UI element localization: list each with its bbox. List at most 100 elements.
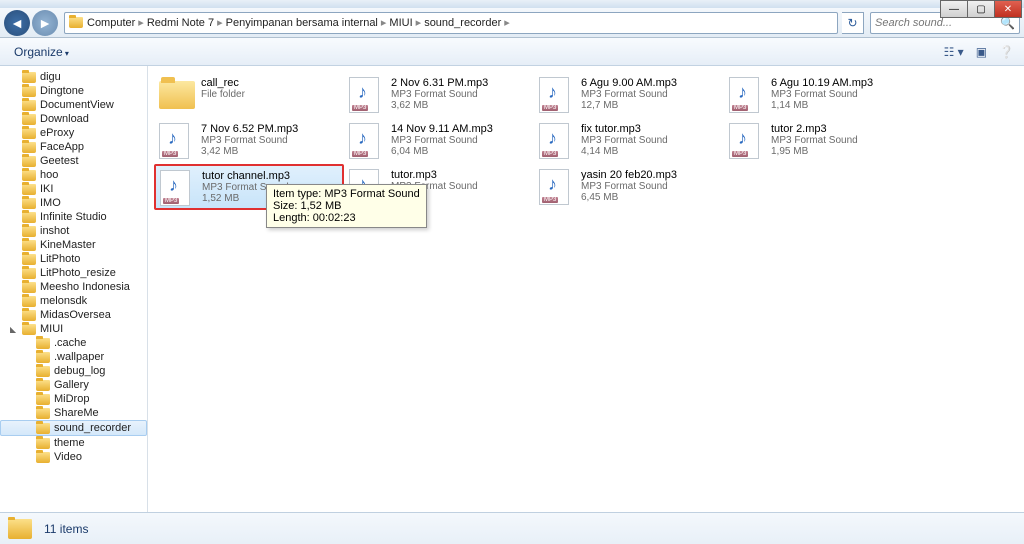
tree-item[interactable]: KineMaster xyxy=(0,238,147,252)
tree-item[interactable]: melonsdk xyxy=(0,294,147,308)
tree-item[interactable]: theme xyxy=(0,436,147,450)
tree-item[interactable]: ◣MIUI xyxy=(0,322,147,336)
tree-label: inshot xyxy=(40,225,69,237)
tooltip: Item type: MP3 Format Sound Size: 1,52 M… xyxy=(266,184,427,228)
window-minimize[interactable]: — xyxy=(940,0,968,18)
tooltip-line: Size: 1,52 MB xyxy=(273,200,420,212)
tree-item[interactable]: MidasOversea xyxy=(0,308,147,322)
tree-item[interactable]: FaceApp xyxy=(0,140,147,154)
tree-label: KineMaster xyxy=(40,239,96,251)
tree-item[interactable]: Meesho Indonesia xyxy=(0,280,147,294)
tree-item[interactable]: Gallery xyxy=(0,378,147,392)
refresh-button[interactable]: ↻ xyxy=(842,12,864,34)
tree-item[interactable]: .wallpaper xyxy=(0,350,147,364)
breadcrumb[interactable]: Computer▸ Redmi Note 7▸ Penyimpanan bers… xyxy=(64,12,838,34)
tree-label: ShareMe xyxy=(54,407,99,419)
file-item[interactable]: 2 Nov 6.31 PM.mp3MP3 Format Sound3,62 MB xyxy=(344,72,534,118)
view-button[interactable]: ☷ ▾ xyxy=(942,43,966,61)
tree-item[interactable]: inshot xyxy=(0,224,147,238)
tree-item[interactable]: Infinite Studio xyxy=(0,210,147,224)
tree-item[interactable]: hoo xyxy=(0,168,147,182)
mp3-icon xyxy=(729,77,759,113)
crumb[interactable]: Penyimpanan bersama internal xyxy=(226,17,378,29)
file-name: 7 Nov 6.52 PM.mp3 xyxy=(201,123,339,135)
folder-icon xyxy=(69,17,83,28)
tree-label: Gallery xyxy=(54,379,89,391)
file-item[interactable]: 6 Agu 9.00 AM.mp3MP3 Format Sound12,7 MB xyxy=(534,72,724,118)
back-button[interactable]: ◄ xyxy=(4,10,30,36)
tree-item[interactable]: .cache xyxy=(0,336,147,350)
mp3-icon xyxy=(349,123,379,159)
tree-item[interactable]: digu xyxy=(0,70,147,84)
mp3-icon xyxy=(160,170,190,206)
titlebar xyxy=(0,0,1024,8)
tree-item[interactable]: debug_log xyxy=(0,364,147,378)
tree-item[interactable]: LitPhoto_resize xyxy=(0,266,147,280)
tree-label: MiDrop xyxy=(54,393,89,405)
tree-item[interactable]: sound_recorder xyxy=(0,420,147,436)
folder-icon xyxy=(36,352,50,363)
file-name: 2 Nov 6.31 PM.mp3 xyxy=(391,77,529,89)
forward-button[interactable]: ► xyxy=(32,10,58,36)
folder-icon xyxy=(36,438,50,449)
tree-label: IMO xyxy=(40,197,61,209)
tree-item[interactable]: ShareMe xyxy=(0,406,147,420)
tree-item[interactable]: eProxy xyxy=(0,126,147,140)
file-item[interactable]: tutor 2.mp3MP3 Format Sound1,95 MB xyxy=(724,118,914,164)
tree-label: LitPhoto_resize xyxy=(40,267,116,279)
file-item[interactable]: call_recFile folder xyxy=(154,72,344,118)
window-close[interactable]: ✕ xyxy=(994,0,1022,18)
tree-item[interactable]: DocumentView xyxy=(0,98,147,112)
tree-label: eProxy xyxy=(40,127,74,139)
preview-pane-button[interactable]: ▣ xyxy=(974,43,989,61)
folder-icon xyxy=(22,296,36,307)
tree-item[interactable]: Dingtone xyxy=(0,84,147,98)
file-name: call_rec xyxy=(201,77,339,89)
folder-icon xyxy=(22,310,36,321)
folder-icon xyxy=(22,212,36,223)
help-button[interactable]: ❔ xyxy=(997,43,1016,61)
tree-label: DocumentView xyxy=(40,99,114,111)
tree-label: LitPhoto xyxy=(40,253,80,265)
tree-item[interactable]: Video xyxy=(0,450,147,464)
collapse-icon[interactable]: ◣ xyxy=(10,325,20,334)
chevron-right-icon: ▸ xyxy=(501,16,513,29)
file-pane[interactable]: call_recFile folder2 Nov 6.31 PM.mp3MP3 … xyxy=(148,66,1024,512)
tree-item[interactable]: MiDrop xyxy=(0,392,147,406)
tree-item[interactable]: Geetest xyxy=(0,154,147,168)
folder-icon xyxy=(22,324,36,335)
file-item[interactable]: 7 Nov 6.52 PM.mp3MP3 Format Sound3,42 MB xyxy=(154,118,344,164)
tree-label: Download xyxy=(40,113,89,125)
tree-item[interactable]: LitPhoto xyxy=(0,252,147,266)
tree-item[interactable]: IMO xyxy=(0,196,147,210)
status-bar: 11 items xyxy=(0,512,1024,544)
crumb[interactable]: sound_recorder xyxy=(424,17,501,29)
crumb[interactable]: MIUI xyxy=(389,17,412,29)
file-name: 6 Agu 10.19 AM.mp3 xyxy=(771,77,909,89)
window-maximize[interactable]: ▢ xyxy=(967,0,995,18)
file-item[interactable]: yasin 20 feb20.mp3MP3 Format Sound6,45 M… xyxy=(534,164,724,210)
folder-icon xyxy=(22,156,36,167)
file-name: yasin 20 feb20.mp3 xyxy=(581,169,719,181)
tree-label: .wallpaper xyxy=(54,351,104,363)
tree-item[interactable]: Download xyxy=(0,112,147,126)
nav-tree[interactable]: diguDingtoneDocumentView Download eProxyFa… xyxy=(0,66,148,512)
tree-item[interactable]: IKI xyxy=(0,182,147,196)
file-item[interactable]: 14 Nov 9.11 AM.mp3MP3 Format Sound6,04 M… xyxy=(344,118,534,164)
tree-label: debug_log xyxy=(54,365,105,377)
file-item[interactable]: fix tutor.mp3MP3 Format Sound4,14 MB xyxy=(534,118,724,164)
folder-icon xyxy=(22,100,36,111)
address-bar: ◄ ► Computer▸ Redmi Note 7▸ Penyimpanan … xyxy=(0,8,1024,38)
file-size: 4,14 MB xyxy=(581,146,719,157)
file-size: 1,95 MB xyxy=(771,146,909,157)
crumb[interactable]: Computer xyxy=(87,17,135,29)
crumb[interactable]: Redmi Note 7 xyxy=(147,17,214,29)
tree-label: MidasOversea xyxy=(40,309,111,321)
file-item[interactable]: 6 Agu 10.19 AM.mp3MP3 Format Sound1,14 M… xyxy=(724,72,914,118)
file-type: MP3 Format Sound xyxy=(771,135,909,146)
folder-icon xyxy=(22,86,36,97)
organize-button[interactable]: Organize xyxy=(8,43,79,61)
file-type: MP3 Format Sound xyxy=(391,89,529,100)
folder-icon xyxy=(22,198,36,209)
search-input[interactable] xyxy=(871,17,996,29)
